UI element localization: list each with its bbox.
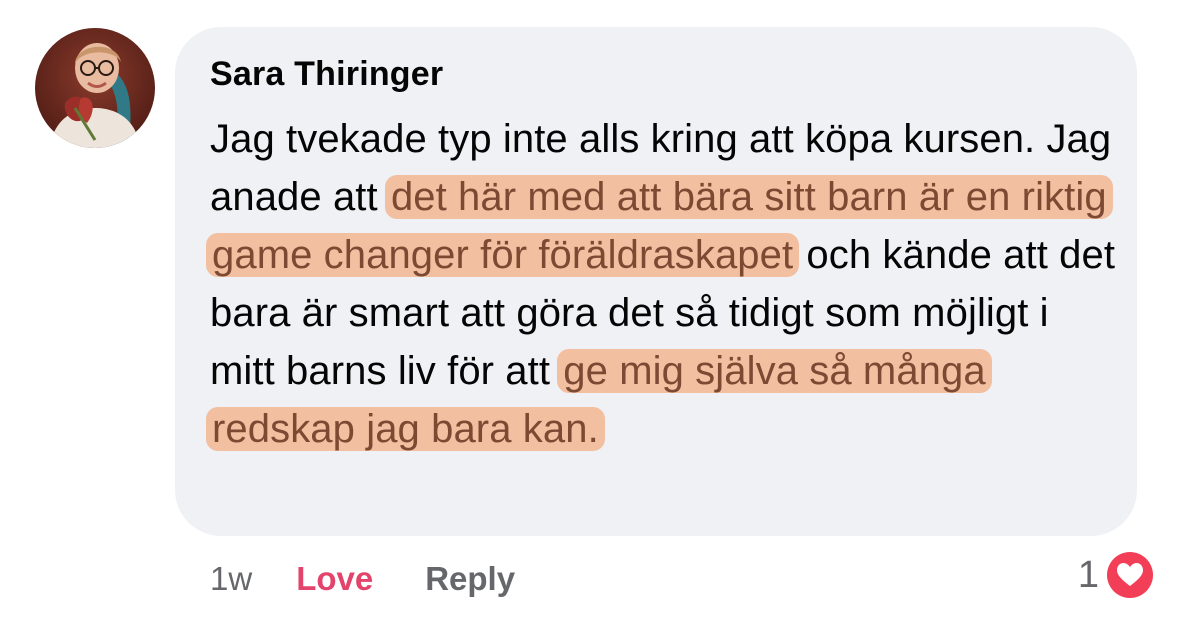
avatar[interactable] <box>35 28 155 148</box>
reaction-count: 1 <box>1077 553 1099 596</box>
heart-icon <box>1107 552 1153 598</box>
heart-reaction-badge <box>1103 548 1157 602</box>
comment-actions: 1w Love Reply <box>210 555 515 603</box>
comment-text: Jag tvekade typ inte alls kring att köpa… <box>206 110 1120 458</box>
profile-photo <box>35 28 155 148</box>
reply-button[interactable]: Reply <box>425 560 515 598</box>
love-button[interactable]: Love <box>296 560 373 598</box>
timestamp[interactable]: 1w <box>210 560 252 598</box>
comment-author[interactable]: Sara Thiringer <box>210 55 443 94</box>
reaction-summary[interactable]: 1 <box>1078 547 1157 603</box>
